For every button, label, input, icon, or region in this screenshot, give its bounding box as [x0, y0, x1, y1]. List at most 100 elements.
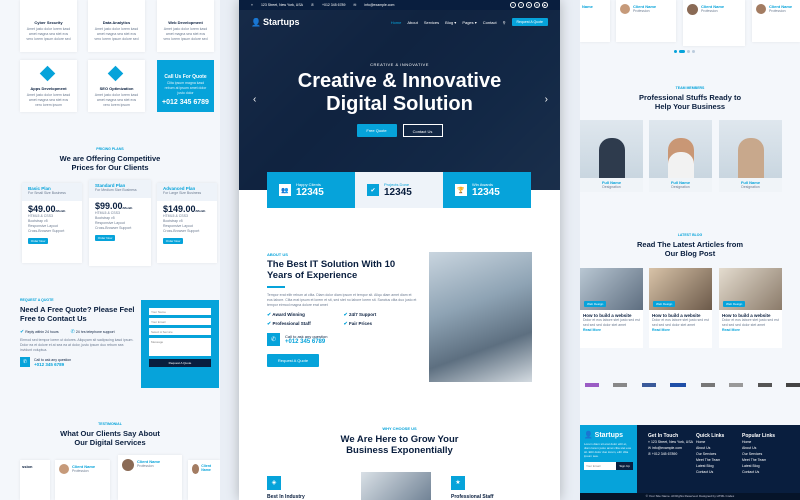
service-card[interactable]: Data Analytics Amet justo dolor lorem ka… [88, 0, 145, 52]
plan-feature: Cross-Browser Support [28, 229, 65, 233]
phone-icon: ✆ [311, 3, 314, 7]
team-card: Full Name Designation [719, 120, 782, 197]
footer-link[interactable]: Contact Us [742, 469, 775, 475]
client-logo [785, 383, 800, 387]
quote-title-line2: Free to Contact Us [20, 314, 87, 323]
check-icon: ✔ [267, 320, 272, 327]
service-card[interactable]: SEO Optimization Amet justo dolor lorem … [88, 60, 145, 112]
service-card[interactable]: Web Development Amet justo dolor lorem k… [157, 0, 214, 52]
read-more-link[interactable]: Read More [583, 328, 640, 332]
nav-services[interactable]: Services [424, 20, 439, 25]
linkedin-icon[interactable]: in [526, 2, 532, 8]
cube-icon: ◈ [267, 475, 281, 490]
quote-box-title: Call Us For Quote [164, 74, 207, 80]
chevron-down-icon: ▾ [454, 19, 457, 25]
service-card[interactable]: Cyber Security Amet justo dolor lorem ka… [20, 0, 77, 52]
footer-email-input[interactable]: Your Email [584, 462, 617, 470]
footer-signup-button[interactable]: Sign Up [616, 462, 633, 470]
brand-logo[interactable]: 👤 Startups [251, 17, 299, 27]
location-icon: ⌖ [648, 440, 650, 444]
check-icon: ✔ [20, 329, 25, 335]
team-card: Full Name Designation [649, 120, 712, 197]
blog-tag[interactable]: Web Design [723, 301, 746, 307]
free-quote-button[interactable]: Free Quote [356, 124, 397, 137]
contact-us-button[interactable]: Contact Us [402, 124, 443, 137]
footer-copyright: © Your Site Name. All Rights Reserved. D… [580, 493, 800, 500]
about-image [429, 252, 532, 382]
about-title-line2: Years of Experience [267, 270, 358, 281]
email-field[interactable]: Your Email [149, 318, 211, 325]
call-phone: +012 345 6789 [34, 361, 65, 367]
main-preview-column: ⌖ 123 Street, New York, USA ✆ +012 345 678… [239, 0, 560, 500]
team-photo [719, 120, 782, 178]
name-field[interactable]: Your Name [149, 308, 211, 315]
footer: 👤 Startups Lorem diam sit erat dolor eli… [580, 425, 800, 500]
service-card[interactable]: Apps Development Amet justo dolor lorem … [20, 60, 77, 112]
why-title-line1: We Are Here to Grow Your [340, 434, 459, 445]
nav-about[interactable]: About [407, 20, 417, 25]
team-card: Full Name Designation [580, 120, 643, 197]
request-quote-button[interactable]: Request A Quote [149, 359, 211, 367]
blog-card[interactable]: Web Design How to build a website Dolor … [719, 268, 782, 348]
client-logo [700, 383, 715, 387]
carousel-next-icon[interactable]: › [545, 94, 548, 105]
blog-tag[interactable]: Web Design [584, 301, 607, 307]
team-photo [649, 120, 712, 178]
about-request-quote-button[interactable]: Request A Quote [267, 353, 319, 367]
why-title-line2: Business Exponentially [346, 445, 453, 456]
plan-period: /Month [55, 209, 66, 213]
footer-brand: Startups [594, 432, 624, 439]
read-more-link[interactable]: Read More [722, 328, 779, 332]
search-icon[interactable]: ⚲ [503, 20, 506, 25]
testimonial-card: Client Name Profession [616, 0, 676, 42]
blog-card[interactable]: Web Design How to build a website Dolor … [580, 268, 643, 348]
client-profession: Profession [769, 9, 786, 13]
check-icon: ✔ [267, 311, 272, 318]
blog-title-line1: Read The Latest Articles from [637, 240, 743, 249]
plan-period: /Month [195, 209, 206, 213]
youtube-icon[interactable]: ▶ [542, 2, 548, 8]
service-select[interactable]: Select A Service [149, 328, 211, 335]
why-eyebrow: WHY CHOOSE US [382, 426, 417, 431]
pricing-eyebrow: PRICING PLANS [96, 147, 124, 151]
footer-link[interactable]: Contact Us [696, 469, 724, 475]
nav-pages[interactable]: Pages [462, 20, 473, 25]
nav-contact[interactable]: Contact [483, 20, 497, 25]
blog-card[interactable]: Web Design How to build a website Dolor … [649, 268, 712, 348]
plan-feature: Cross-Browser Support [95, 226, 132, 230]
mail-icon: ✉ [648, 446, 651, 450]
carousel-prev-icon[interactable]: ‹ [253, 94, 256, 105]
search-icon [107, 65, 124, 82]
read-more-link[interactable]: Read More [652, 328, 709, 332]
plan-price: $49.00 [28, 204, 56, 214]
testimonial-card: Client Name Profession [55, 460, 110, 500]
chevron-down-icon: ▾ [474, 19, 477, 25]
facebook-icon[interactable]: f [518, 2, 524, 8]
blog-tag[interactable]: Web Design [653, 301, 676, 307]
nav-request-quote-button[interactable]: Request A Quote [511, 18, 548, 26]
nav-blog[interactable]: Blog [445, 20, 453, 25]
carousel-dots[interactable] [674, 50, 695, 53]
team-photo [580, 120, 643, 178]
member-role: Designation [671, 185, 690, 189]
users-icon: 👥 [279, 184, 291, 196]
call-for-quote-box: Call Us For Quote Clita ipsum magna kasd… [157, 60, 214, 112]
order-now-button[interactable]: Order Now [28, 238, 48, 244]
avatar [59, 464, 69, 474]
order-now-button[interactable]: Order Now [95, 235, 115, 241]
avatar [192, 464, 200, 474]
pricing-title-line2: Prices for Our Clients [71, 163, 149, 172]
about-title-line1: The Best IT Solution With 10 [267, 259, 396, 270]
order-now-button[interactable]: Order Now [163, 238, 183, 244]
client-name: ssion [22, 464, 33, 469]
topbar-address: 123 Street, New York, USA [260, 3, 304, 7]
twitter-icon[interactable]: t [510, 2, 516, 8]
brand-name: Startups [262, 17, 300, 27]
client-logo [585, 383, 599, 387]
instagram-icon[interactable]: ◎ [534, 2, 540, 8]
pricing-card-basic: Basic Plan For Small Size Business $49.0… [22, 183, 82, 263]
nav-home[interactable]: Home [391, 20, 402, 25]
testimonial-title-line1: What Our Clients Say About [60, 429, 160, 438]
client-logos [585, 383, 800, 387]
message-field[interactable]: Message [149, 338, 211, 356]
